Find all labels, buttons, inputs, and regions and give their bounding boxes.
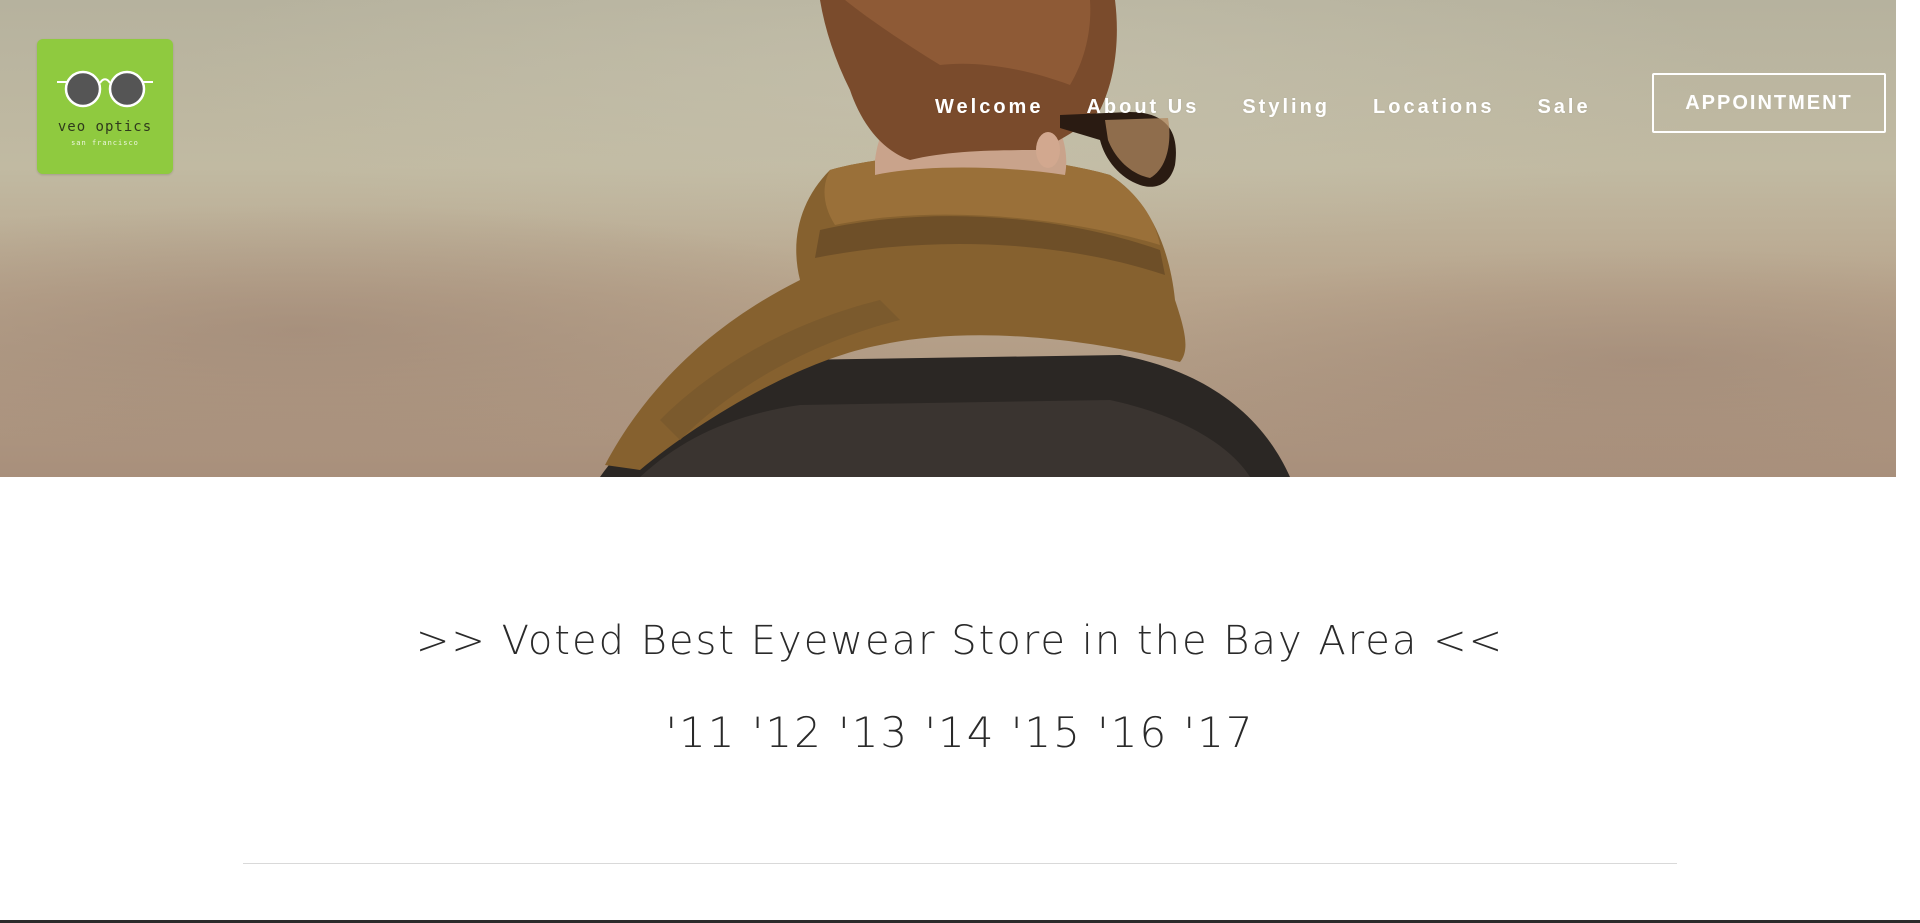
brand-logo[interactable]: veo optics san francisco [37, 39, 173, 174]
nav-styling[interactable]: Styling [1242, 96, 1330, 119]
main-nav: Welcome About Us Styling Locations Sale [935, 92, 1634, 122]
nav-welcome[interactable]: Welcome [935, 96, 1043, 119]
appointment-button[interactable]: APPOINTMENT [1652, 73, 1886, 133]
nav-about-us[interactable]: About Us [1086, 96, 1199, 119]
nav-locations[interactable]: Locations [1373, 96, 1494, 119]
glasses-icon [57, 70, 153, 108]
brand-name: veo optics [57, 119, 153, 135]
hero-image [0, 0, 1896, 477]
page: veo optics san francisco Welcome About U… [0, 0, 1920, 923]
hero-person-illustration [600, 0, 1290, 477]
award-headline: >> Voted Best Eyewear Store in the Bay A… [415, 618, 1505, 664]
brand-tagline: san francisco [71, 139, 139, 147]
nav-sale[interactable]: Sale [1537, 96, 1590, 119]
award-years: '11 '12 '13 '14 '15 '16 '17 [665, 708, 1255, 757]
section-divider [243, 863, 1677, 864]
